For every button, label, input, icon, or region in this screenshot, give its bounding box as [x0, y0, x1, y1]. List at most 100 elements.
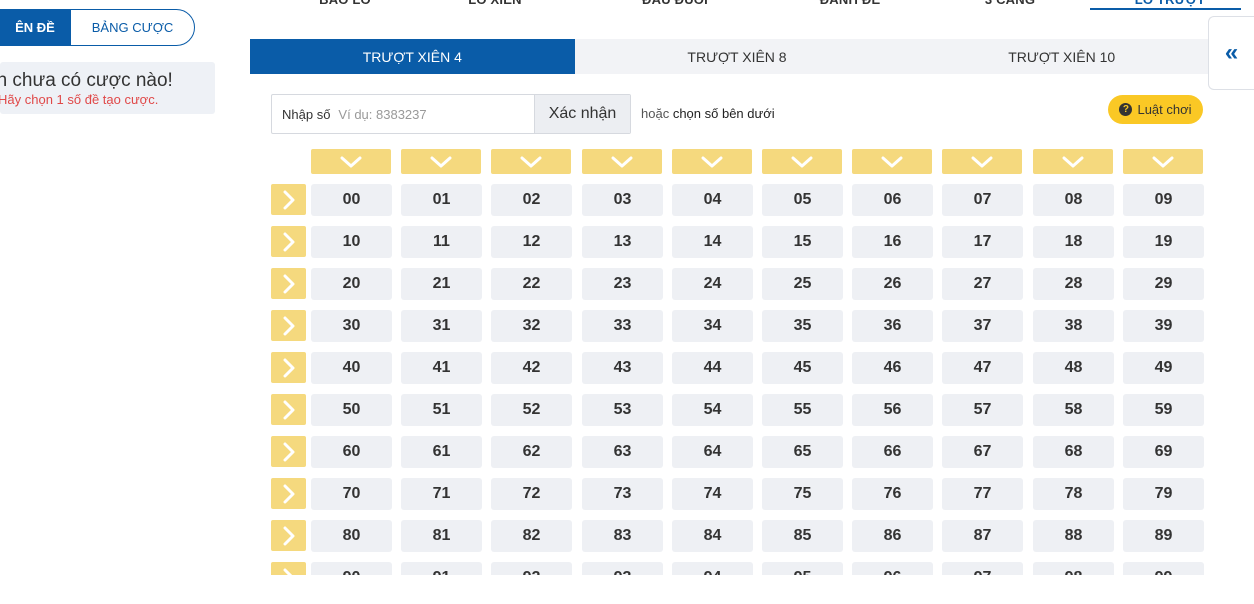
- number-cell[interactable]: 99: [1123, 562, 1204, 575]
- tab-chon-de[interactable]: ÊN ĐỀ: [0, 10, 71, 45]
- number-cell[interactable]: 59: [1123, 394, 1204, 426]
- number-cell[interactable]: 27: [942, 268, 1023, 300]
- number-cell[interactable]: 56: [852, 394, 933, 426]
- select-column-3-button[interactable]: [582, 149, 662, 174]
- number-cell[interactable]: 47: [942, 352, 1023, 384]
- number-cell[interactable]: 79: [1123, 478, 1204, 510]
- select-row-1-button[interactable]: [271, 226, 306, 257]
- number-cell[interactable]: 94: [672, 562, 753, 575]
- tab-danh-de[interactable]: ĐÁNH ĐỀ: [775, 0, 925, 7]
- number-cell[interactable]: 17: [942, 226, 1023, 258]
- tab-bao-lo[interactable]: BAO LÔ: [270, 0, 420, 7]
- number-cell[interactable]: 50: [311, 394, 392, 426]
- number-cell[interactable]: 62: [491, 436, 572, 468]
- number-cell[interactable]: 16: [852, 226, 933, 258]
- number-cell[interactable]: 95: [762, 562, 843, 575]
- number-cell[interactable]: 78: [1033, 478, 1114, 510]
- number-cell[interactable]: 75: [762, 478, 843, 510]
- confirm-button[interactable]: Xác nhận: [534, 95, 630, 133]
- number-cell[interactable]: 18: [1033, 226, 1114, 258]
- number-cell[interactable]: 44: [672, 352, 753, 384]
- select-row-2-button[interactable]: [271, 268, 306, 299]
- number-cell[interactable]: 35: [762, 310, 843, 342]
- tab-3-cang[interactable]: 3 CÀNG: [935, 0, 1085, 7]
- number-cell[interactable]: 98: [1033, 562, 1114, 575]
- number-cell[interactable]: 28: [1033, 268, 1114, 300]
- number-cell[interactable]: 85: [762, 520, 843, 552]
- number-cell[interactable]: 69: [1123, 436, 1204, 468]
- tab-lo-truot[interactable]: LÔ TRƯỢT: [1095, 0, 1245, 7]
- rules-button[interactable]: ? Luật chơi: [1108, 95, 1203, 124]
- number-cell[interactable]: 08: [1033, 184, 1114, 216]
- tab-bang-cuoc[interactable]: BẢNG CƯỢC: [71, 10, 194, 45]
- number-cell[interactable]: 89: [1123, 520, 1204, 552]
- number-cell[interactable]: 73: [582, 478, 663, 510]
- number-cell[interactable]: 46: [852, 352, 933, 384]
- number-cell[interactable]: 66: [852, 436, 933, 468]
- number-cell[interactable]: 43: [582, 352, 663, 384]
- number-cell[interactable]: 06: [852, 184, 933, 216]
- number-input[interactable]: [330, 95, 521, 133]
- number-cell[interactable]: 63: [582, 436, 663, 468]
- number-cell[interactable]: 48: [1033, 352, 1114, 384]
- number-cell[interactable]: 31: [401, 310, 482, 342]
- select-row-7-button[interactable]: [271, 478, 306, 509]
- tab-truot-xien-8[interactable]: TRƯỢT XIÊN 8: [575, 39, 900, 74]
- number-cell[interactable]: 83: [582, 520, 663, 552]
- number-cell[interactable]: 52: [491, 394, 572, 426]
- number-cell[interactable]: 42: [491, 352, 572, 384]
- select-column-8-button[interactable]: [1033, 149, 1113, 174]
- number-cell[interactable]: 57: [942, 394, 1023, 426]
- number-cell[interactable]: 45: [762, 352, 843, 384]
- number-cell[interactable]: 49: [1123, 352, 1204, 384]
- number-cell[interactable]: 24: [672, 268, 753, 300]
- number-cell[interactable]: 77: [942, 478, 1023, 510]
- number-cell[interactable]: 22: [491, 268, 572, 300]
- number-cell[interactable]: 65: [762, 436, 843, 468]
- number-cell[interactable]: 36: [852, 310, 933, 342]
- number-cell[interactable]: 97: [942, 562, 1023, 575]
- number-cell[interactable]: 40: [311, 352, 392, 384]
- number-cell[interactable]: 39: [1123, 310, 1204, 342]
- tab-dau-duoi[interactable]: ĐẦU ĐUÔI: [600, 0, 750, 7]
- number-cell[interactable]: 84: [672, 520, 753, 552]
- number-cell[interactable]: 04: [672, 184, 753, 216]
- number-cell[interactable]: 30: [311, 310, 392, 342]
- number-cell[interactable]: 15: [762, 226, 843, 258]
- number-cell[interactable]: 71: [401, 478, 482, 510]
- select-column-0-button[interactable]: [311, 149, 391, 174]
- select-column-1-button[interactable]: [401, 149, 481, 174]
- number-cell[interactable]: 29: [1123, 268, 1204, 300]
- number-cell[interactable]: 76: [852, 478, 933, 510]
- number-cell[interactable]: 70: [311, 478, 392, 510]
- number-cell[interactable]: 23: [582, 268, 663, 300]
- select-row-4-button[interactable]: [271, 352, 306, 383]
- number-cell[interactable]: 12: [491, 226, 572, 258]
- number-cell[interactable]: 09: [1123, 184, 1204, 216]
- number-cell[interactable]: 74: [672, 478, 753, 510]
- number-cell[interactable]: 86: [852, 520, 933, 552]
- tab-lo-xien[interactable]: LÔ XIÊN: [420, 0, 570, 7]
- number-cell[interactable]: 05: [762, 184, 843, 216]
- number-cell[interactable]: 61: [401, 436, 482, 468]
- number-cell[interactable]: 03: [582, 184, 663, 216]
- number-cell[interactable]: 33: [582, 310, 663, 342]
- number-cell[interactable]: 81: [401, 520, 482, 552]
- number-cell[interactable]: 54: [672, 394, 753, 426]
- select-row-6-button[interactable]: [271, 436, 306, 467]
- number-cell[interactable]: 26: [852, 268, 933, 300]
- number-cell[interactable]: 72: [491, 478, 572, 510]
- number-cell[interactable]: 92: [491, 562, 572, 575]
- number-cell[interactable]: 55: [762, 394, 843, 426]
- select-row-8-button[interactable]: [271, 520, 306, 551]
- number-cell[interactable]: 87: [942, 520, 1023, 552]
- number-cell[interactable]: 58: [1033, 394, 1114, 426]
- number-cell[interactable]: 68: [1033, 436, 1114, 468]
- select-column-9-button[interactable]: [1123, 149, 1203, 174]
- number-cell[interactable]: 34: [672, 310, 753, 342]
- number-cell[interactable]: 20: [311, 268, 392, 300]
- number-cell[interactable]: 21: [401, 268, 482, 300]
- number-cell[interactable]: 82: [491, 520, 572, 552]
- number-cell[interactable]: 91: [401, 562, 482, 575]
- select-row-5-button[interactable]: [271, 394, 306, 425]
